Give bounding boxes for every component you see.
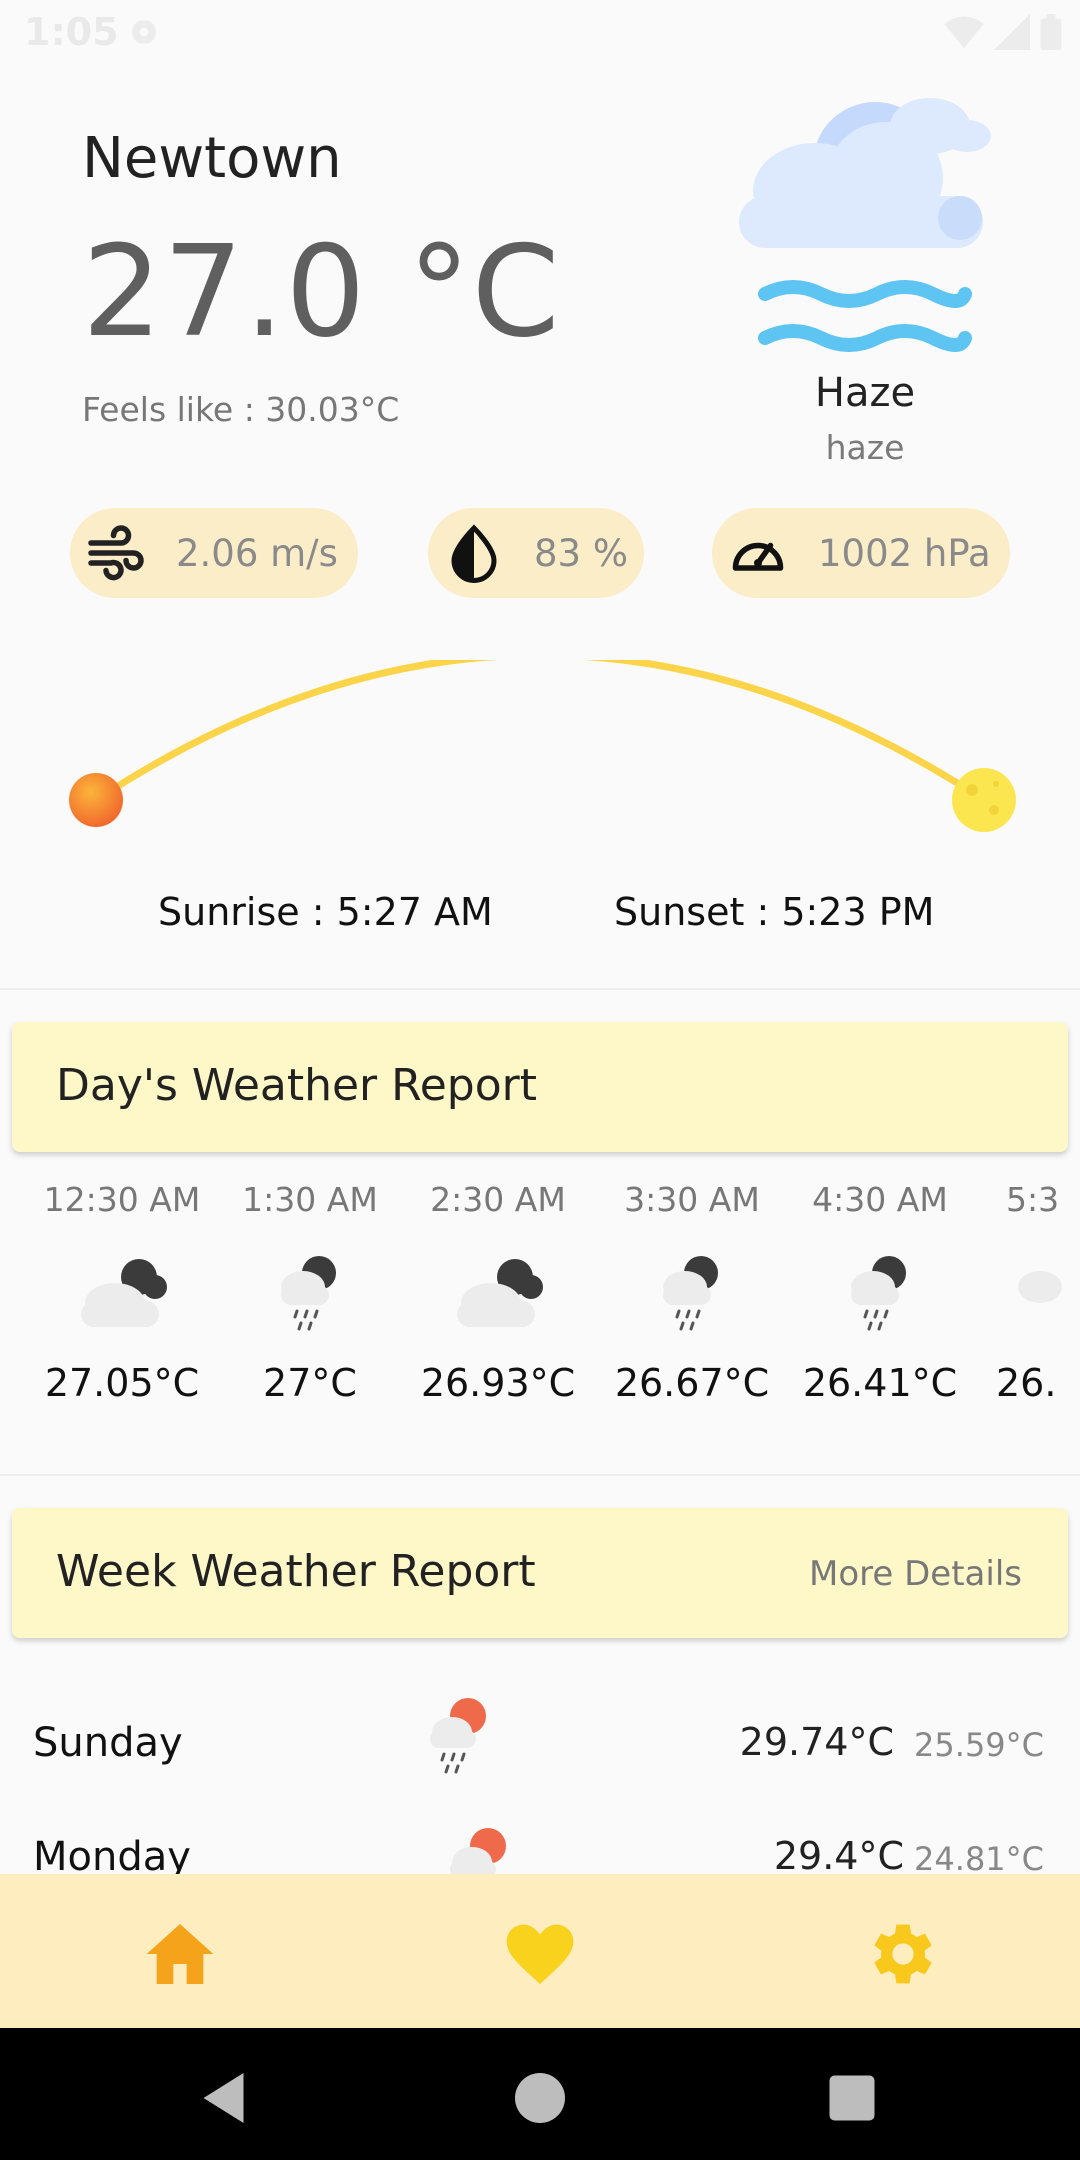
current-temperature: 27.0 °C [82, 218, 561, 365]
hour-temp: 26.67°C [614, 1361, 770, 1405]
day-max-temp: 29.4°C [773, 1834, 904, 1874]
cloudy-night-icon [81, 1259, 167, 1327]
rain-sun-icon [430, 1698, 486, 1774]
hour-item: 2:30 AM 26.93°C [398, 1180, 598, 1405]
sunrise-time: Sunrise : 5:27 AM [158, 890, 493, 934]
day-min-temp: 24.81°C [914, 1840, 1044, 1874]
week-report-title: Week Weather Report [56, 1546, 536, 1597]
rain-night-icon [851, 1256, 906, 1331]
sunrise-sun-icon [69, 773, 123, 827]
system-navigation-bar [0, 2028, 1080, 2160]
hour-temp: 26.41°C [802, 1361, 958, 1405]
hour-item: 1:30 AM 27°C [210, 1180, 410, 1405]
sunset-moon-icon [952, 768, 1016, 832]
hourly-forecast-list[interactable]: 12:30 AM 27.05°C 1:30 AM 27°C 2:30 AM 26… [0, 1180, 1080, 1440]
hour-item: 5:3 26. [958, 1180, 1062, 1405]
hour-temp: 26. [996, 1361, 1057, 1405]
hour-time: 2:30 AM [430, 1180, 566, 1219]
hour-item: 12:30 AM 27.05°C [22, 1180, 222, 1405]
pressure-value: 1002 hPa [818, 531, 991, 575]
divider [0, 988, 1080, 990]
wind-pill: 2.06 m/s [70, 508, 358, 598]
feels-like: Feels like : 30.03°C [82, 390, 400, 429]
rain-night-icon [663, 1256, 718, 1331]
rain-night-icon [281, 1256, 336, 1331]
signal-icon [994, 14, 1030, 50]
cloudy-night-icon [457, 1259, 543, 1327]
bottom-navigation [0, 1874, 1080, 2028]
rain-sun-icon [450, 1828, 506, 1874]
wind-icon [88, 525, 144, 581]
day-min-temp: 25.59°C [914, 1726, 1044, 1764]
condition-title: Haze [814, 370, 916, 416]
humidity-drop-icon [451, 524, 497, 583]
day-report-card: Day's Weather Report [12, 1022, 1068, 1152]
hour-temp: 27.05°C [44, 1361, 200, 1405]
week-report-card: Week Weather Report More Details [12, 1508, 1068, 1638]
back-icon[interactable] [196, 2068, 256, 2128]
status-bar: 1:05 [0, 0, 1080, 66]
heart-icon[interactable] [500, 1914, 580, 1994]
divider [0, 1474, 1080, 1476]
hour-temp: 26.93°C [420, 1361, 576, 1405]
gear-icon[interactable] [860, 1914, 940, 1994]
home-icon[interactable] [140, 1914, 220, 1994]
rain-night-icon [1018, 1271, 1062, 1303]
day-name: Sunday [33, 1720, 183, 1766]
status-time: 1:05 [24, 10, 119, 54]
pressure-gauge-icon [732, 542, 784, 571]
condition-description: haze [825, 428, 905, 467]
home-circle-icon[interactable] [510, 2068, 570, 2128]
wind-value: 2.06 m/s [176, 531, 338, 575]
day-max-temp: 29.74°C [739, 1720, 894, 1764]
settings-status-icon [132, 20, 156, 44]
hour-time: 3:30 AM [624, 1180, 760, 1219]
week-day-row[interactable]: Monday 29.4°C 24.81°C [0, 1826, 1080, 1874]
pressure-pill: 1002 hPa [712, 508, 1010, 598]
hour-item: 4:30 AM 26.41°C [780, 1180, 980, 1405]
humidity-pill: 83 % [428, 508, 644, 598]
hour-temp: 27°C [263, 1361, 357, 1405]
hour-time: 4:30 AM [812, 1180, 948, 1219]
status-indicators [944, 14, 1062, 50]
hour-item: 3:30 AM 26.67°C [592, 1180, 792, 1405]
recents-icon[interactable] [822, 2068, 882, 2128]
hour-time: 5:3 [1006, 1180, 1060, 1219]
hour-time: 1:30 AM [242, 1180, 378, 1219]
city-name: Newtown [82, 126, 342, 191]
sun-path-arc [69, 660, 1016, 832]
humidity-value: 83 % [534, 531, 628, 575]
battery-icon [1040, 14, 1062, 50]
day-report-title: Day's Weather Report [56, 1060, 537, 1111]
sunset-time: Sunset : 5:23 PM [614, 890, 935, 934]
week-day-row[interactable]: Sunday 29.74°C 25.59°C [0, 1690, 1080, 1810]
wifi-icon [944, 16, 984, 49]
more-details-link[interactable]: More Details [809, 1554, 1022, 1594]
hour-time: 12:30 AM [43, 1180, 201, 1219]
day-name: Monday [33, 1834, 191, 1874]
haze-weather-icon [739, 98, 991, 352]
